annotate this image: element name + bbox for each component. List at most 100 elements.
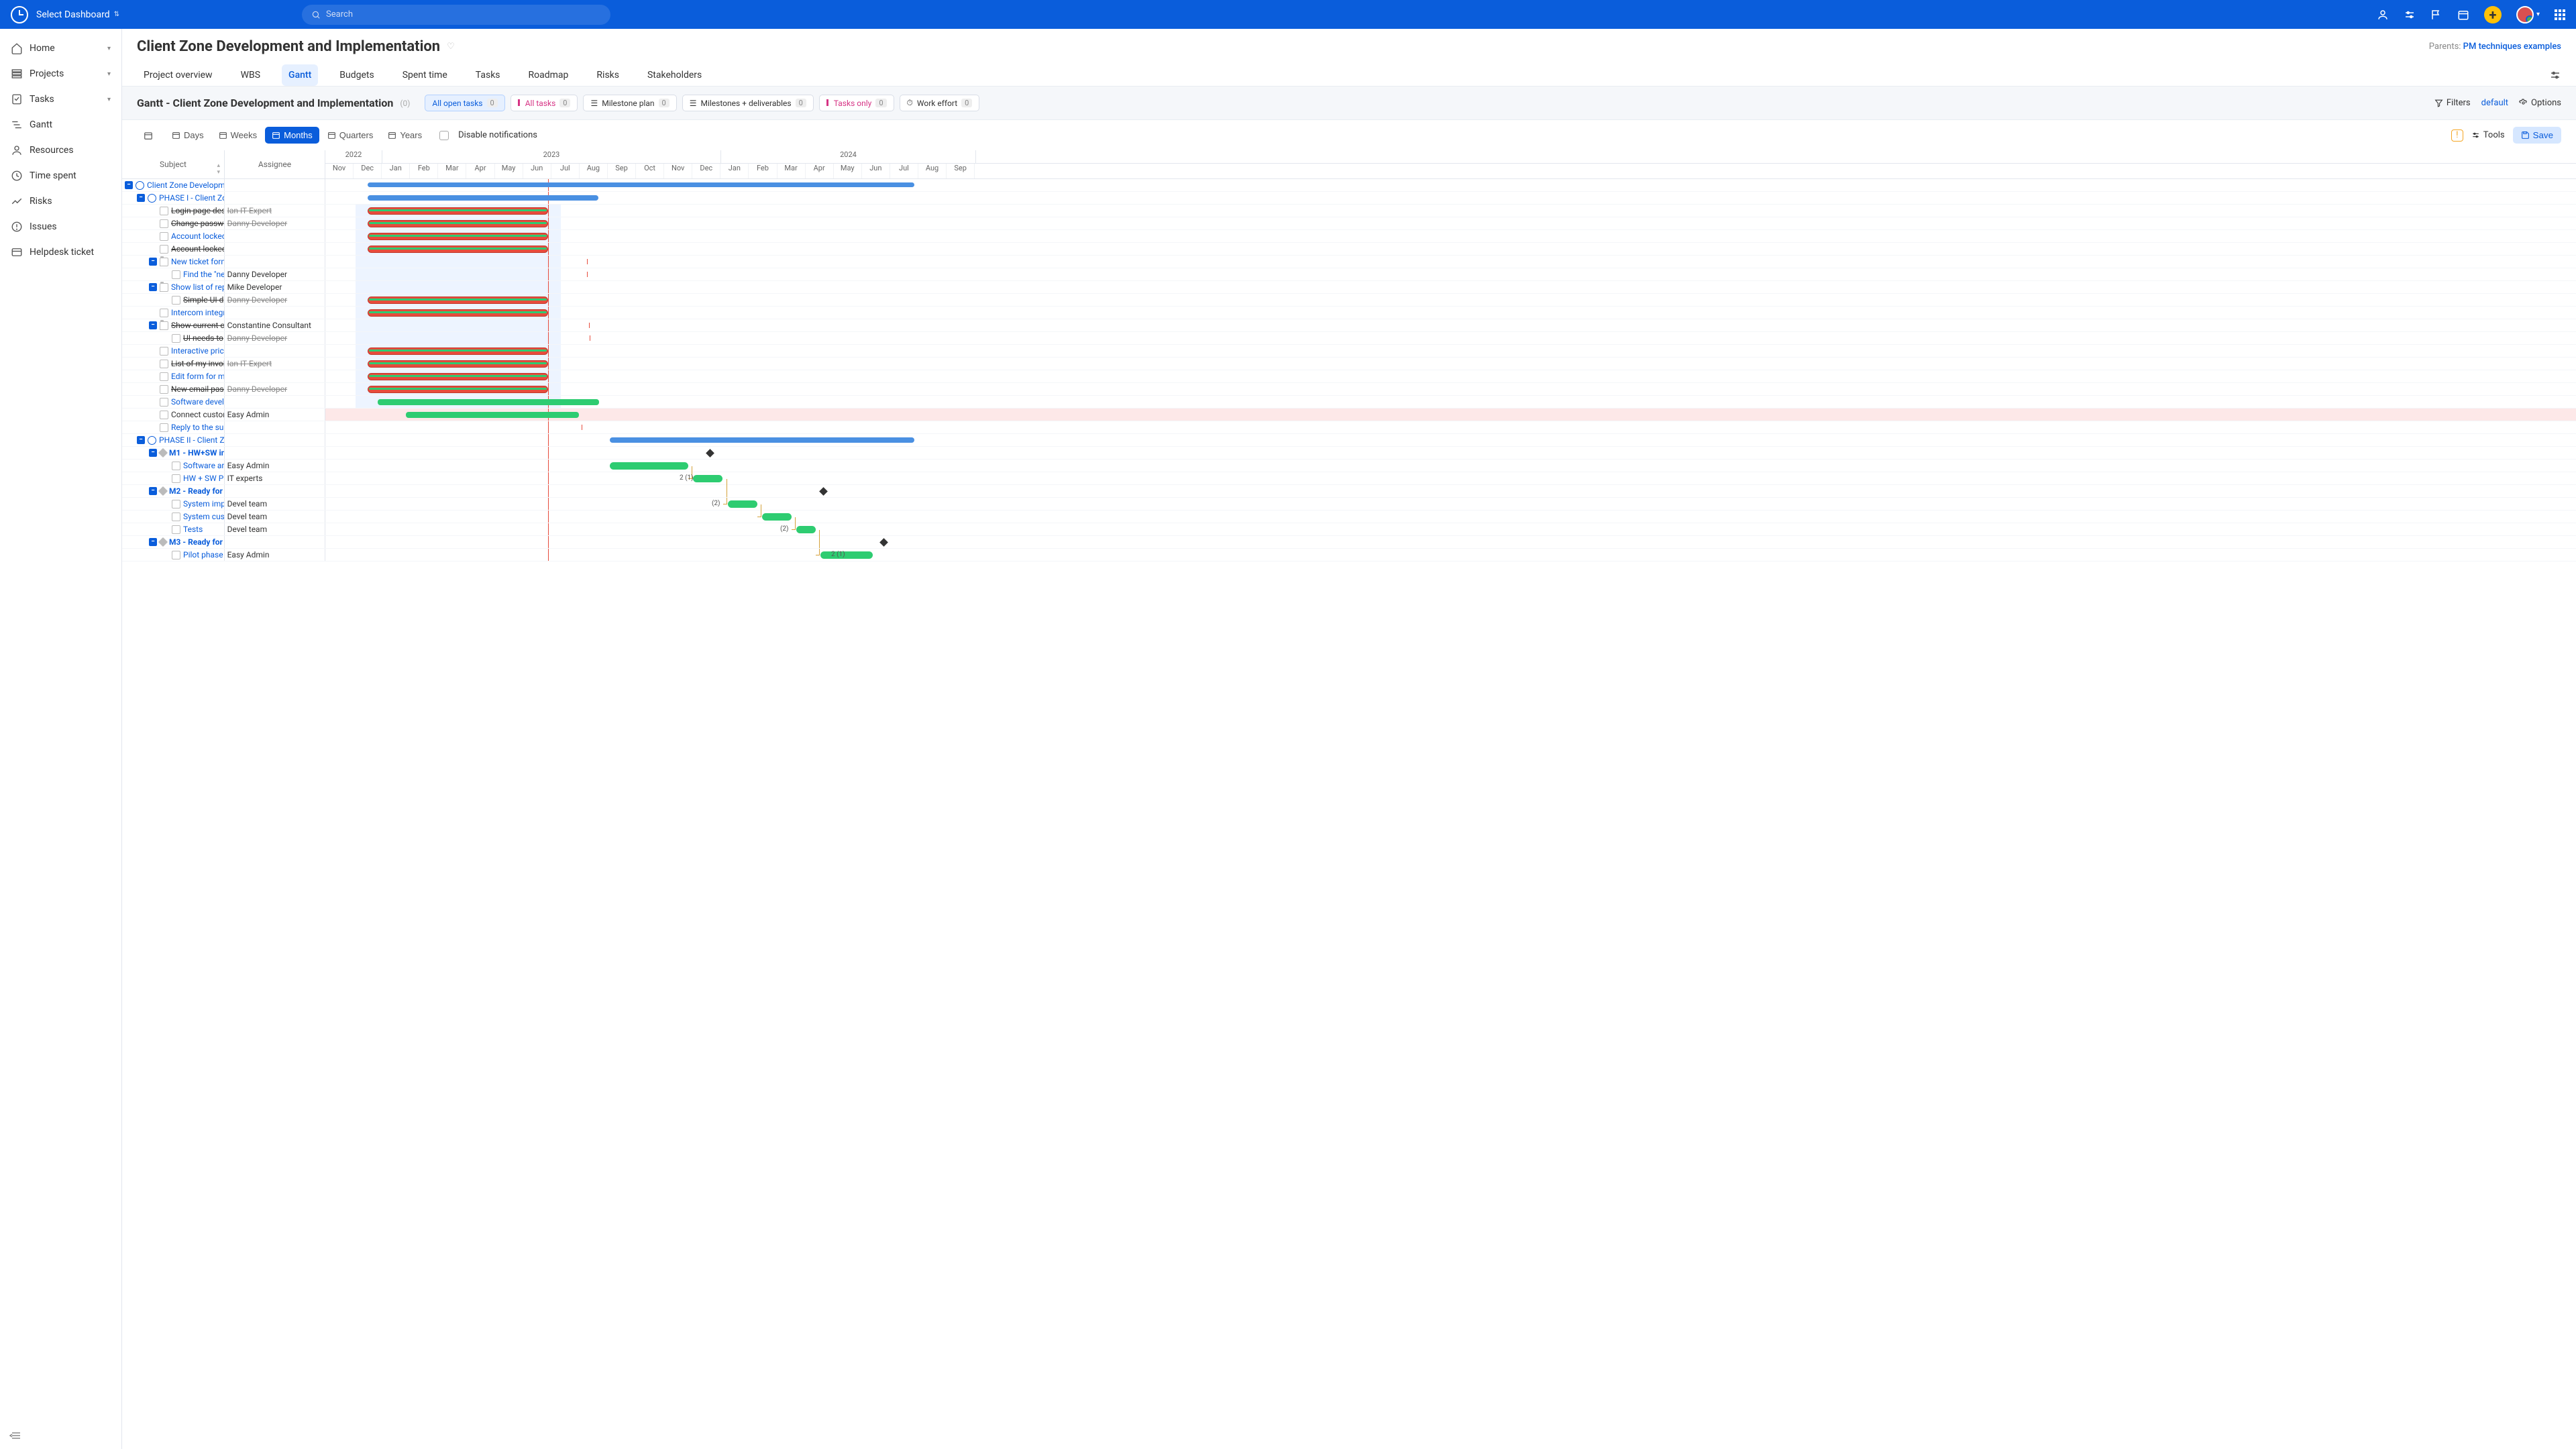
expand-toggle[interactable]: − [149,538,157,546]
filter-chip[interactable]: All open tasks0 [425,95,504,111]
tab-settings-icon[interactable] [2549,69,2561,81]
filter-chip[interactable]: ⏱Work effort0 [900,95,980,111]
gantt-bar[interactable] [406,412,579,418]
column-subject[interactable]: Subject▴▾ [122,150,225,178]
scale-quarters[interactable]: Quarters [321,127,380,144]
expand-toggle[interactable]: − [137,436,145,444]
search-input[interactable]: Search [302,5,610,25]
row-subject[interactable]: PHASE I - Client Zon [159,193,224,203]
gantt-bar[interactable] [368,386,548,393]
sidebar-item-helpdesk-ticket[interactable]: Helpdesk ticket [0,239,121,265]
sidebar-item-home[interactable]: Home▾ [0,36,121,61]
tab-tasks[interactable]: Tasks [469,64,507,86]
tab-wbs[interactable]: WBS [234,64,267,86]
user-icon[interactable] [2377,9,2389,21]
sidebar-item-resources[interactable]: Resources [0,138,121,163]
gantt-bar[interactable] [762,513,792,521]
filter-chip[interactable]: All tasks0 [511,95,578,111]
row-subject[interactable]: New ticket form [171,257,224,266]
expand-toggle[interactable]: − [149,487,157,495]
expand-toggle[interactable]: − [137,194,145,202]
gantt-bar[interactable] [368,309,548,317]
gantt-bar[interactable] [368,246,548,253]
expand-toggle[interactable]: − [149,449,157,457]
tab-budgets[interactable]: Budgets [333,64,380,86]
favorite-icon[interactable]: ♡ [447,42,455,52]
row-subject[interactable]: PHASE II - Client Zor [159,435,224,445]
add-button[interactable]: + [2484,6,2502,23]
expand-toggle[interactable]: − [149,321,157,329]
gantt-bar[interactable] [368,195,598,201]
warning-icon[interactable]: ! [2451,129,2463,142]
sliders-icon[interactable] [2404,9,2416,21]
default-link[interactable]: default [2481,98,2508,108]
gantt-bar[interactable] [368,207,548,215]
tab-gantt[interactable]: Gantt [282,64,318,86]
tab-risks[interactable]: Risks [590,64,626,86]
sidebar-item-risks[interactable]: Risks [0,189,121,214]
user-menu[interactable]: ▾ [2516,6,2540,23]
expand-toggle[interactable]: − [149,283,157,291]
today-button[interactable] [137,127,160,144]
gantt-bar[interactable] [378,399,599,405]
gantt-bar[interactable] [610,437,914,443]
gantt-bar[interactable] [368,233,548,240]
tab-roadmap[interactable]: Roadmap [522,64,576,86]
tab-project-overview[interactable]: Project overview [137,64,219,86]
row-subject[interactable]: System cus [183,512,224,521]
dashboard-selector[interactable]: Select Dashboard ⇅ [36,9,119,20]
options-button[interactable]: Options [2519,98,2561,108]
milestone-diamond[interactable] [706,449,714,458]
row-subject[interactable]: Edit form for my [171,372,224,381]
tab-spent-time[interactable]: Spent time [396,64,454,86]
disable-notifications-checkbox[interactable] [439,131,449,140]
gantt-bar[interactable] [610,462,688,470]
filter-chip[interactable]: Tasks only0 [819,95,894,111]
flag-icon[interactable] [2430,9,2443,21]
apps-icon[interactable] [2555,9,2565,20]
sidebar-item-issues[interactable]: Issues [0,214,121,239]
sidebar-item-gantt[interactable]: Gantt [0,112,121,138]
row-subject[interactable]: M3 - Ready for Production [169,537,224,547]
collapse-sidebar-button[interactable] [0,1422,121,1449]
calendar-icon[interactable] [2457,9,2469,21]
row-subject[interactable]: Reply to the sup [171,423,224,432]
milestone-diamond[interactable] [819,487,828,496]
gantt-bar[interactable] [368,373,548,380]
gantt-bar[interactable] [728,500,757,508]
sidebar-item-time-spent[interactable]: Time spent [0,163,121,189]
sidebar-item-projects[interactable]: Projects▾ [0,61,121,87]
sidebar-item-tasks[interactable]: Tasks▾ [0,87,121,112]
column-assignee[interactable]: Assignee [225,150,325,178]
scale-years[interactable]: Years [381,127,429,144]
expand-toggle[interactable]: − [149,258,157,266]
row-subject[interactable]: M1 - HW+SW installed [169,448,224,458]
gantt-bar[interactable] [693,475,722,482]
row-subject[interactable]: Intercom integr [171,308,224,317]
gantt-bar[interactable] [368,182,914,187]
row-subject[interactable]: Account locked [171,231,224,241]
parent-link[interactable]: PM techniques examples [2463,42,2561,52]
row-subject[interactable]: Software develo [171,397,224,407]
filters-button[interactable]: Filters [2434,98,2471,108]
gantt-bar[interactable] [796,526,816,533]
gantt-bar[interactable] [368,360,548,368]
milestone-diamond[interactable] [879,538,888,547]
scale-days[interactable]: Days [165,127,211,144]
row-subject[interactable]: Pilot phase [183,550,223,559]
tools-button[interactable]: Tools [2471,130,2505,140]
row-subject[interactable]: HW + SW Pl [183,474,224,483]
filter-chip[interactable]: ☰Milestones + deliverables0 [682,95,814,111]
row-subject[interactable]: Show list of rep [171,282,224,292]
expand-toggle[interactable]: − [125,181,133,189]
gantt-bar[interactable] [820,551,873,559]
row-subject[interactable]: Client Zone Developmer [147,180,224,190]
gantt-bar[interactable] [368,220,548,227]
scale-weeks[interactable]: Weeks [212,127,264,144]
row-subject[interactable]: System imp [183,499,224,508]
gantt-bar[interactable] [368,297,548,304]
row-subject[interactable]: M2 - Ready for Pilot [169,486,224,496]
save-button[interactable]: Save [2513,127,2561,144]
gantt-bar[interactable] [368,347,548,355]
filter-chip[interactable]: ☰Milestone plan0 [583,95,676,111]
